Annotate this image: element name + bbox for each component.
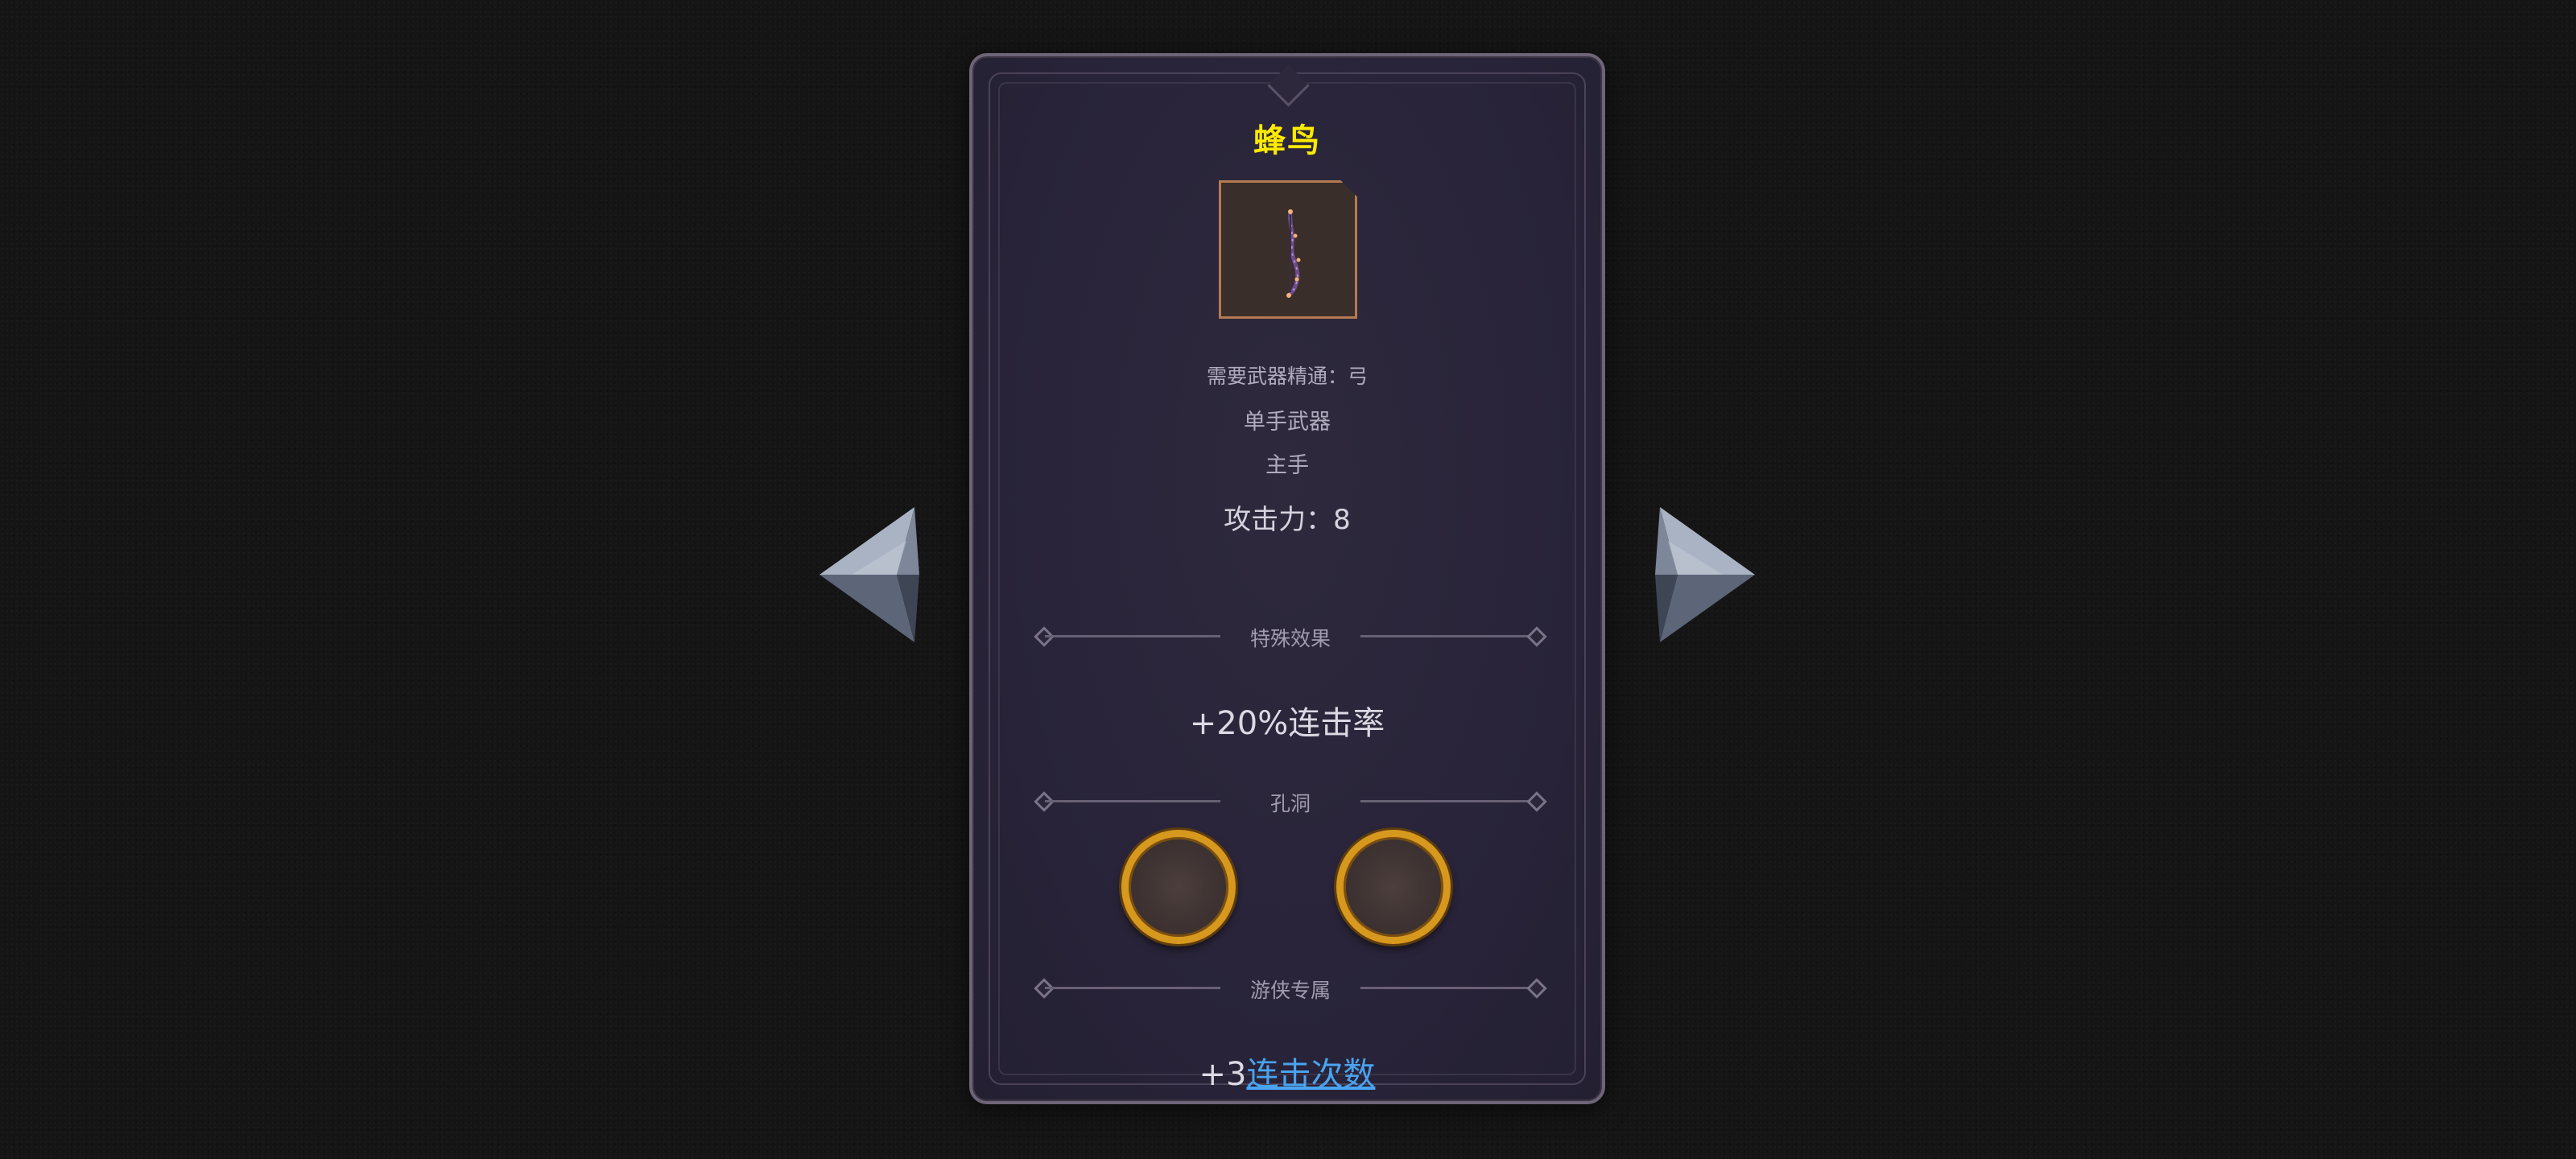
special-effect-divider: 特殊效果 <box>1034 620 1547 652</box>
divider-line <box>1360 987 1536 989</box>
item-card: 蜂鸟 需要武器精通：弓 单手武器 主手 攻击力：8 特殊效果 +20%连击率 孔… <box>969 53 1605 1104</box>
ranger-bonus: +3连击次数 <box>972 1048 1602 1095</box>
divider-line <box>1360 800 1536 802</box>
equip-slot: 主手 <box>1265 453 1309 478</box>
gem-socket-2[interactable] <box>1336 830 1451 944</box>
ranger-exclusive-divider: 游侠专属 <box>1034 971 1547 1004</box>
special-effect-header: 特殊效果 <box>1249 627 1331 650</box>
gem-socket-1[interactable] <box>1121 830 1236 944</box>
special-effect-text: +20%连击率 <box>1189 705 1385 742</box>
weapon-mastery-requirement: 需要武器精通：弓 <box>1206 365 1368 388</box>
next-item-arrow[interactable] <box>1650 501 1755 649</box>
holes-header: 孔洞 <box>1269 792 1311 815</box>
holes-divider: 孔洞 <box>1034 785 1547 817</box>
divider-line <box>1360 635 1536 637</box>
weapon-hand-type: 单手武器 <box>1244 410 1331 435</box>
item-image <box>1219 180 1357 319</box>
ranger-bonus-value: +3 <box>1199 1056 1247 1093</box>
arrow-left-icon <box>819 507 919 642</box>
arrow-right-icon <box>1655 507 1755 642</box>
item-name: 蜂鸟 <box>1253 122 1321 159</box>
bow-icon <box>1286 209 1301 298</box>
attack-power: 攻击力：8 <box>1224 504 1351 536</box>
combo-count-link[interactable]: 连击次数 <box>1246 1056 1375 1093</box>
previous-item-arrow[interactable] <box>819 501 924 649</box>
ranger-exclusive-header: 游侠专属 <box>1249 979 1331 1002</box>
card-notch-ornament <box>1267 64 1310 107</box>
